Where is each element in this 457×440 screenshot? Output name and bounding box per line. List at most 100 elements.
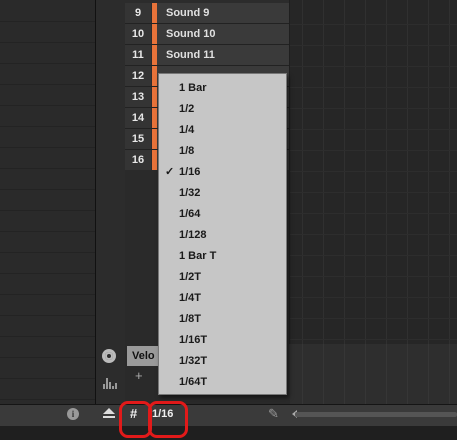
sound-row[interactable]: 10 Sound 10 bbox=[125, 24, 289, 45]
grid-line bbox=[290, 339, 457, 340]
step-grid[interactable] bbox=[290, 0, 457, 344]
dropdown-item[interactable]: 1 Bar T bbox=[159, 246, 286, 267]
dropdown-item-label: 1/2 bbox=[179, 103, 195, 115]
dropdown-item[interactable]: 1 Bar bbox=[159, 78, 286, 99]
left-row-divider bbox=[0, 315, 95, 316]
grid-line bbox=[386, 344, 387, 404]
grid-line bbox=[323, 0, 324, 344]
left-row-divider bbox=[0, 126, 95, 127]
left-row-divider bbox=[0, 147, 95, 148]
grid-line bbox=[407, 0, 408, 344]
grid-line bbox=[344, 0, 345, 344]
left-row-divider bbox=[0, 273, 95, 274]
dropdown-item[interactable]: 1/32T bbox=[159, 351, 286, 372]
dropdown-item-label: 1/16 bbox=[179, 166, 201, 178]
pencil-icon[interactable]: ✎ bbox=[268, 406, 279, 422]
dropdown-item[interactable]: 1/2T bbox=[159, 267, 286, 288]
grid-line bbox=[428, 0, 429, 344]
left-row-divider bbox=[0, 63, 95, 64]
grid-line bbox=[290, 192, 457, 193]
grid-line bbox=[302, 0, 303, 344]
sound-number: 15 bbox=[125, 129, 151, 149]
sound-number: 16 bbox=[125, 150, 151, 170]
dropdown-item-label: 1/8 bbox=[179, 145, 195, 157]
info-icon[interactable]: i bbox=[67, 408, 79, 420]
sound-name[interactable]: Sound 9 bbox=[157, 3, 289, 23]
dropdown-item-label: 1/32 bbox=[179, 187, 201, 199]
bars-icon[interactable] bbox=[102, 375, 118, 389]
grid-line bbox=[449, 0, 450, 344]
dropdown-item-label: 1 Bar bbox=[179, 82, 207, 94]
dropdown-item-label: 1/128 bbox=[179, 229, 207, 241]
sound-number: 10 bbox=[125, 24, 151, 44]
annotation-circle-step-value bbox=[148, 401, 188, 438]
dropdown-item-label: 1/16T bbox=[179, 334, 208, 346]
knob-icon[interactable] bbox=[102, 349, 116, 363]
grid-line bbox=[290, 276, 457, 277]
left-row-divider bbox=[0, 189, 95, 190]
left-row-divider bbox=[0, 252, 95, 253]
dropdown-item[interactable]: 1/128 bbox=[159, 225, 286, 246]
dropdown-item[interactable]: 1/64 bbox=[159, 204, 286, 225]
grid-line bbox=[344, 344, 345, 404]
grid-line bbox=[428, 344, 429, 404]
left-row-divider bbox=[0, 210, 95, 211]
dropdown-item[interactable]: 1/16T bbox=[159, 330, 286, 351]
left-row-divider bbox=[0, 42, 95, 43]
grid-line bbox=[290, 234, 457, 235]
grid-line bbox=[290, 171, 457, 172]
sound-number: 9 bbox=[125, 3, 151, 23]
left-row-divider bbox=[0, 168, 95, 169]
grid-line bbox=[365, 344, 366, 404]
dropdown-item[interactable]: 1/64T bbox=[159, 372, 286, 393]
grid-line bbox=[290, 24, 457, 25]
dropdown-item-label: 1/8T bbox=[179, 313, 202, 325]
left-row-divider bbox=[0, 231, 95, 232]
grid-line bbox=[386, 0, 387, 344]
horizontal-scrollbar[interactable] bbox=[295, 412, 457, 417]
left-row-divider bbox=[0, 336, 95, 337]
velocity-lane-grid[interactable] bbox=[290, 344, 457, 404]
sound-number: 13 bbox=[125, 87, 151, 107]
dropdown-item-label: 1/4T bbox=[179, 292, 202, 304]
left-row-divider bbox=[0, 399, 95, 400]
left-row-divider bbox=[0, 294, 95, 295]
grid-line bbox=[290, 255, 457, 256]
grid-line bbox=[290, 129, 457, 130]
tool-column bbox=[96, 0, 125, 404]
sound-number: 14 bbox=[125, 108, 151, 128]
sound-name[interactable]: Sound 10 bbox=[157, 24, 289, 44]
dropdown-item[interactable]: 1/8 bbox=[159, 141, 286, 162]
grid-line bbox=[407, 344, 408, 404]
check-icon: ✓ bbox=[165, 166, 175, 178]
sound-row[interactable]: 11 Sound 11 bbox=[125, 45, 289, 66]
grid-line bbox=[290, 318, 457, 319]
dropdown-item[interactable]: 1/4 bbox=[159, 120, 286, 141]
sound-row[interactable]: 9 Sound 9 bbox=[125, 3, 289, 24]
grid-line bbox=[290, 66, 457, 67]
dropdown-item[interactable]: 1/32 bbox=[159, 183, 286, 204]
left-row-divider bbox=[0, 378, 95, 379]
grid-line bbox=[302, 344, 303, 404]
left-row-divider bbox=[0, 357, 95, 358]
left-row-divider bbox=[0, 105, 95, 106]
dropdown-item[interactable]: ✓ 1/16 bbox=[159, 162, 286, 183]
dropdown-item[interactable]: 1/2 bbox=[159, 99, 286, 120]
grid-line bbox=[365, 0, 366, 344]
eject-icon[interactable] bbox=[102, 408, 116, 420]
left-row-divider bbox=[0, 84, 95, 85]
sound-number: 12 bbox=[125, 66, 151, 86]
sound-number: 11 bbox=[125, 45, 151, 65]
sound-name[interactable]: Sound 11 bbox=[157, 45, 289, 65]
plus-icon[interactable]: + bbox=[135, 368, 143, 383]
grid-line bbox=[290, 87, 457, 88]
dropdown-item[interactable]: 1/4T bbox=[159, 288, 286, 309]
dropdown-item[interactable]: 1/8T bbox=[159, 309, 286, 330]
grid-line bbox=[449, 344, 450, 404]
step-size-dropdown: 1 Bar 1/2 1/4 1/8 ✓ 1/16 1/32 1/64 1/128 1 Bar T 1… bbox=[158, 73, 287, 395]
dropdown-item-label: 1/4 bbox=[179, 124, 195, 136]
grid-line bbox=[290, 108, 457, 109]
left-panel bbox=[0, 0, 95, 404]
grid-line bbox=[323, 344, 324, 404]
left-row-divider bbox=[0, 21, 95, 22]
